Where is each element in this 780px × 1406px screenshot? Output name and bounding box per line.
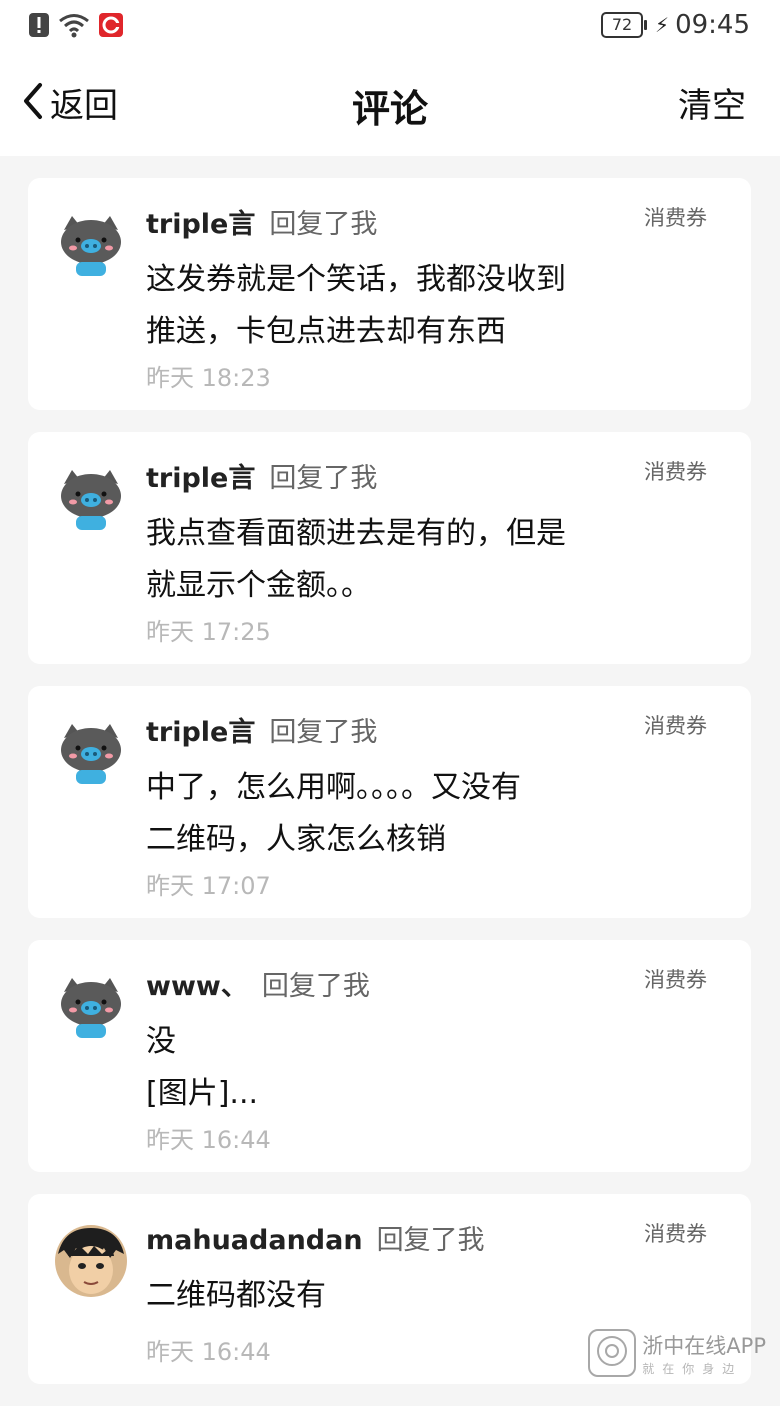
alert-icon — [28, 12, 50, 42]
watermark-logo-icon — [588, 1329, 637, 1377]
topic-tag[interactable]: 消费券 — [644, 456, 707, 486]
username[interactable]: mahuadandan — [146, 1225, 363, 1256]
status-bar: 72 ⚡ 09:45 — [0, 0, 780, 56]
username[interactable]: triple言 — [146, 202, 255, 241]
comment-content: 这发券就是个笑话，我都没收到 推送，卡包点进去却有东西 — [146, 262, 566, 349]
username[interactable]: www、 — [146, 964, 248, 1003]
watermark-title: 浙中在线APP — [642, 1333, 766, 1358]
pig-avatar-icon[interactable] — [54, 970, 128, 1044]
topic-tag[interactable]: 消费券 — [644, 964, 707, 994]
nav-bar: 返回 评论 清空 — [0, 56, 780, 156]
pig-avatar-icon[interactable] — [54, 208, 128, 282]
comment-card[interactable]: triple言 回复了我 消费券 这发券就是个笑话，我都没收到 推送，卡包点进去… — [28, 178, 751, 410]
comment-card[interactable]: triple言 回复了我 消费券 我点查看面额进去是有的，但是 就显示个金额。。… — [28, 432, 751, 664]
username[interactable]: triple言 — [146, 710, 255, 749]
topic-tag[interactable]: 消费券 — [644, 202, 707, 232]
reply-label: 回复了我 — [269, 717, 378, 748]
comment-time: 昨天 17:25 — [146, 618, 271, 646]
app-notification-icon — [98, 12, 124, 42]
comment-content: 我点查看面额进去是有的，但是 就显示个金额。。 — [146, 516, 566, 603]
comment-time: 昨天 16:44 — [146, 1338, 271, 1366]
page-title: 评论 — [351, 87, 428, 131]
watermark: 浙中在线APP 就在你身边 — [588, 1329, 766, 1377]
pig-avatar-icon[interactable] — [54, 462, 128, 536]
comment-card[interactable]: triple言 回复了我 消费券 中了，怎么用啊。。。。又没有 二维码，人家怎么… — [28, 686, 751, 918]
comment-time: 昨天 17:07 — [146, 872, 271, 900]
topic-tag[interactable]: 消费券 — [644, 710, 707, 740]
clear-button[interactable]: 清空 — [678, 78, 746, 127]
comment-time: 昨天 16:44 — [146, 1126, 271, 1154]
pig-avatar-icon[interactable] — [54, 716, 128, 790]
reply-label: 回复了我 — [269, 209, 378, 240]
topic-tag[interactable]: 消费券 — [644, 1218, 707, 1248]
comment-time: 昨天 18:23 — [146, 364, 271, 392]
reply-label: 回复了我 — [269, 463, 378, 494]
comment-list: triple言 回复了我 消费券 这发券就是个笑话，我都没收到 推送，卡包点进去… — [28, 178, 751, 1406]
comment-content: 没 [图片]... — [146, 1024, 259, 1111]
comment-card[interactable]: www、 回复了我 消费券 没 [图片]... 昨天 16:44 — [28, 940, 751, 1172]
comment-content: 中了，怎么用啊。。。。又没有 二维码，人家怎么核销 — [146, 770, 521, 857]
watermark-subtitle: 就在你身边 — [642, 1361, 743, 1376]
clock: 09:45 — [675, 10, 750, 40]
reply-label: 回复了我 — [261, 971, 370, 1002]
username[interactable]: triple言 — [146, 456, 255, 495]
reply-label: 回复了我 — [376, 1225, 485, 1256]
comment-content: 二维码都没有 — [146, 1278, 326, 1313]
charging-icon: ⚡ — [655, 13, 670, 37]
wifi-icon — [58, 12, 90, 42]
battery-indicator: 72 — [601, 12, 648, 38]
boy-avatar-icon[interactable] — [54, 1224, 128, 1298]
